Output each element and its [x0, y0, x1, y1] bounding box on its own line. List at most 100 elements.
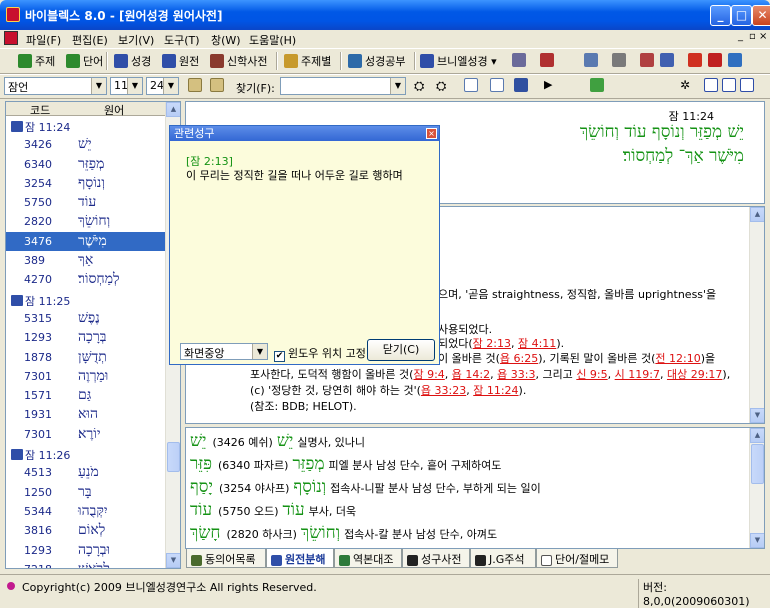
table-row[interactable]: 6340 מְפַזֵּר [6, 155, 180, 174]
checkbox-icon[interactable]: ✔ [274, 351, 285, 362]
chevron-down-icon[interactable]: ▼ [91, 78, 106, 94]
menu-window[interactable]: 창(W) [211, 32, 241, 48]
close-button[interactable]: ✕ [752, 5, 770, 26]
scroll-down-icon[interactable]: ▼ [166, 553, 180, 568]
tab-synonyms[interactable]: 동의어목록 [186, 549, 266, 568]
tab-parsing[interactable]: 원전분해 [266, 549, 334, 568]
table-row[interactable]: 3476 מִיֹּשֶׁר [6, 231, 180, 252]
toolbar-tool-1[interactable] [512, 53, 529, 69]
popup-close-button[interactable]: 닫기(C) [367, 339, 435, 361]
table-row[interactable]: 1250 בָּר [6, 483, 180, 502]
original-button[interactable]: 원전 [162, 53, 199, 69]
toolbar-tool-3[interactable] [640, 53, 657, 69]
ref-link[interactable]: 욥 6:25 [500, 352, 538, 365]
verse-ref-row[interactable]: 잠 11:24 [6, 116, 180, 135]
mdi-close-icon[interactable]: × [759, 31, 767, 42]
scroll-thumb[interactable] [751, 444, 764, 484]
refresh-icon[interactable] [590, 78, 607, 94]
next-button[interactable] [210, 78, 227, 94]
chevron-down-icon[interactable]: ▼ [390, 78, 405, 94]
parsing-row[interactable]: חָשַׂךְ (2820 하사크) וְחוֹשֵׂךְ 접속사-칼 분사 남성 단… [190, 523, 497, 546]
table-row[interactable]: 1878 תְדֻשָּׁן [6, 348, 180, 367]
ref-link[interactable]: 욥 33:23 [421, 384, 466, 397]
table-row[interactable]: 3816 לְאוֹם [6, 521, 180, 540]
toolbar-tool-6[interactable] [708, 53, 725, 69]
maximize-button[interactable]: □ [731, 5, 752, 26]
chevron-down-icon[interactable]: ▼ [252, 344, 267, 359]
ref-link[interactable]: 잠 4:11 [518, 337, 556, 350]
table-row[interactable]: 7301 וּמַרְוֶה [6, 367, 180, 386]
parsing-row[interactable]: עוֹד (5750 오드) עוֹד 부사, 더욱 [190, 500, 356, 523]
scroll-up-icon[interactable]: ▲ [166, 102, 180, 117]
books-icon[interactable] [514, 78, 531, 94]
ref-link[interactable]: 욥 33:3 [497, 368, 535, 381]
table-row[interactable]: 2820 וְחוֹשֵׂךְ [6, 212, 180, 231]
scroll-up-icon[interactable]: ▲ [750, 428, 764, 443]
layout2-icon[interactable] [722, 78, 739, 94]
layout1-icon[interactable] [704, 78, 721, 94]
tab-memo[interactable]: 단어/절메모 [536, 549, 618, 568]
table-row[interactable]: 7218 לְרֹאשׁ [6, 560, 180, 568]
toolbar-copy[interactable] [584, 53, 601, 69]
tab-concordance[interactable]: 성구사전 [402, 549, 470, 568]
tab-versions[interactable]: 역본대조 [334, 549, 402, 568]
toolbar-print[interactable] [612, 53, 629, 69]
ref-link[interactable]: 시 119:7 [615, 368, 660, 381]
ref-link[interactable]: 잠 2:13 [473, 337, 511, 350]
toolbar-tool-4[interactable] [660, 53, 677, 69]
toolbar-tool-5[interactable] [688, 53, 705, 69]
ref-link[interactable]: 욥 14:2 [452, 368, 490, 381]
table-row[interactable]: 3426 יֵשׁ [6, 135, 180, 154]
table-row[interactable]: 4513 מֹנֵעַ [6, 463, 180, 482]
bible-button[interactable]: 성경 [114, 53, 151, 69]
table-row[interactable]: 389 אַךְ [6, 251, 180, 270]
table-row[interactable]: 5344 יִקְּבֻהוּ [6, 502, 180, 521]
table-row[interactable]: 1293 וּבְרָכָה [6, 541, 180, 560]
ref-link[interactable]: 잠 11:24 [473, 384, 518, 397]
menu-file[interactable]: 파일(F) [26, 32, 61, 48]
parsing-row[interactable]: יֵשׁ (3426 예쉬) יֵשׁ 실명사, 있나니 [190, 431, 365, 454]
analysis-scrollbar[interactable]: ▲ ▼ [749, 428, 764, 548]
word-button[interactable]: 단어 [66, 53, 103, 69]
doc-icon[interactable] [4, 31, 18, 45]
verse-hebrew-line1[interactable]: יֵשׁ מְפַזֵּר וְנוֹסָף עוֹד וְחוֹשֵׂךְ [580, 122, 744, 142]
scroll-up-icon[interactable]: ▲ [750, 207, 764, 222]
menu-view[interactable]: 보기(V) [118, 32, 154, 48]
topic-button[interactable]: 주제 [18, 53, 55, 69]
find-input[interactable]: ▼ [280, 77, 406, 95]
chapter-select[interactable]: 11 ▼ [110, 77, 143, 95]
chevron-down-icon[interactable]: ▼ [127, 78, 142, 94]
parsing-row[interactable]: יָסַף (3254 야사프) וְנוֹסָף 접속사-니팔 분사 남성 단수, … [190, 477, 541, 500]
app-icon[interactable] [6, 7, 20, 22]
verse-hebrew-line2[interactable]: מִיֹּשֶׁר אַךְ־ לְמַחְסוֹר׃ [623, 146, 744, 166]
table-row[interactable]: 1293 בְּרָכָה [6, 328, 180, 347]
by-topic-button[interactable]: 주제별 [284, 53, 331, 69]
chevron-down-icon[interactable]: ▼ [163, 78, 178, 94]
prev-button[interactable] [188, 78, 205, 94]
menu-help[interactable]: 도움말(H) [249, 32, 296, 48]
layout3-icon[interactable] [740, 78, 757, 94]
table-row[interactable]: 7301 יוֹרֶא׃ [6, 425, 180, 444]
page-icon[interactable] [464, 78, 481, 94]
ref-link[interactable]: 전 12:10 [655, 352, 700, 365]
tab-commentary[interactable]: J.G주석 [470, 549, 536, 568]
popup-position-select[interactable]: 화면중앙 ▼ [180, 343, 268, 360]
peniel-bible-button[interactable]: 브니엘성경 ▾ [420, 53, 497, 69]
popup-close-icon[interactable]: × [426, 128, 437, 139]
table-row[interactable]: 5750 עוֹד [6, 193, 180, 212]
ref-link[interactable]: 신 9:5 [576, 368, 607, 381]
toolbar-tool-7[interactable] [728, 53, 745, 69]
fix-position-checkbox[interactable]: ✔ 윈도우 위치 고정 [274, 345, 366, 362]
table-row[interactable]: 5315 נֶפֶשׁ [6, 309, 180, 328]
ref-link[interactable]: 대상 29:17 [667, 368, 722, 381]
table-row[interactable]: 1571 גַּם [6, 386, 180, 405]
gear-icon[interactable]: ✲ [680, 78, 690, 94]
bible-study-button[interactable]: 성경공부 [348, 53, 405, 69]
verse-select[interactable]: 24 ▼ [146, 77, 179, 95]
table-row[interactable]: 3254 וְנוֹסָף [6, 174, 180, 193]
mdi-restore-icon[interactable]: ▫ [749, 31, 756, 42]
theology-dict-button[interactable]: 신학사전 [210, 53, 267, 69]
search-icon[interactable]: ⛭ [414, 79, 424, 95]
scroll-down-icon[interactable]: ▼ [750, 533, 764, 548]
table-row[interactable]: 4270 לְמַחְסוֹר׃ [6, 270, 180, 289]
